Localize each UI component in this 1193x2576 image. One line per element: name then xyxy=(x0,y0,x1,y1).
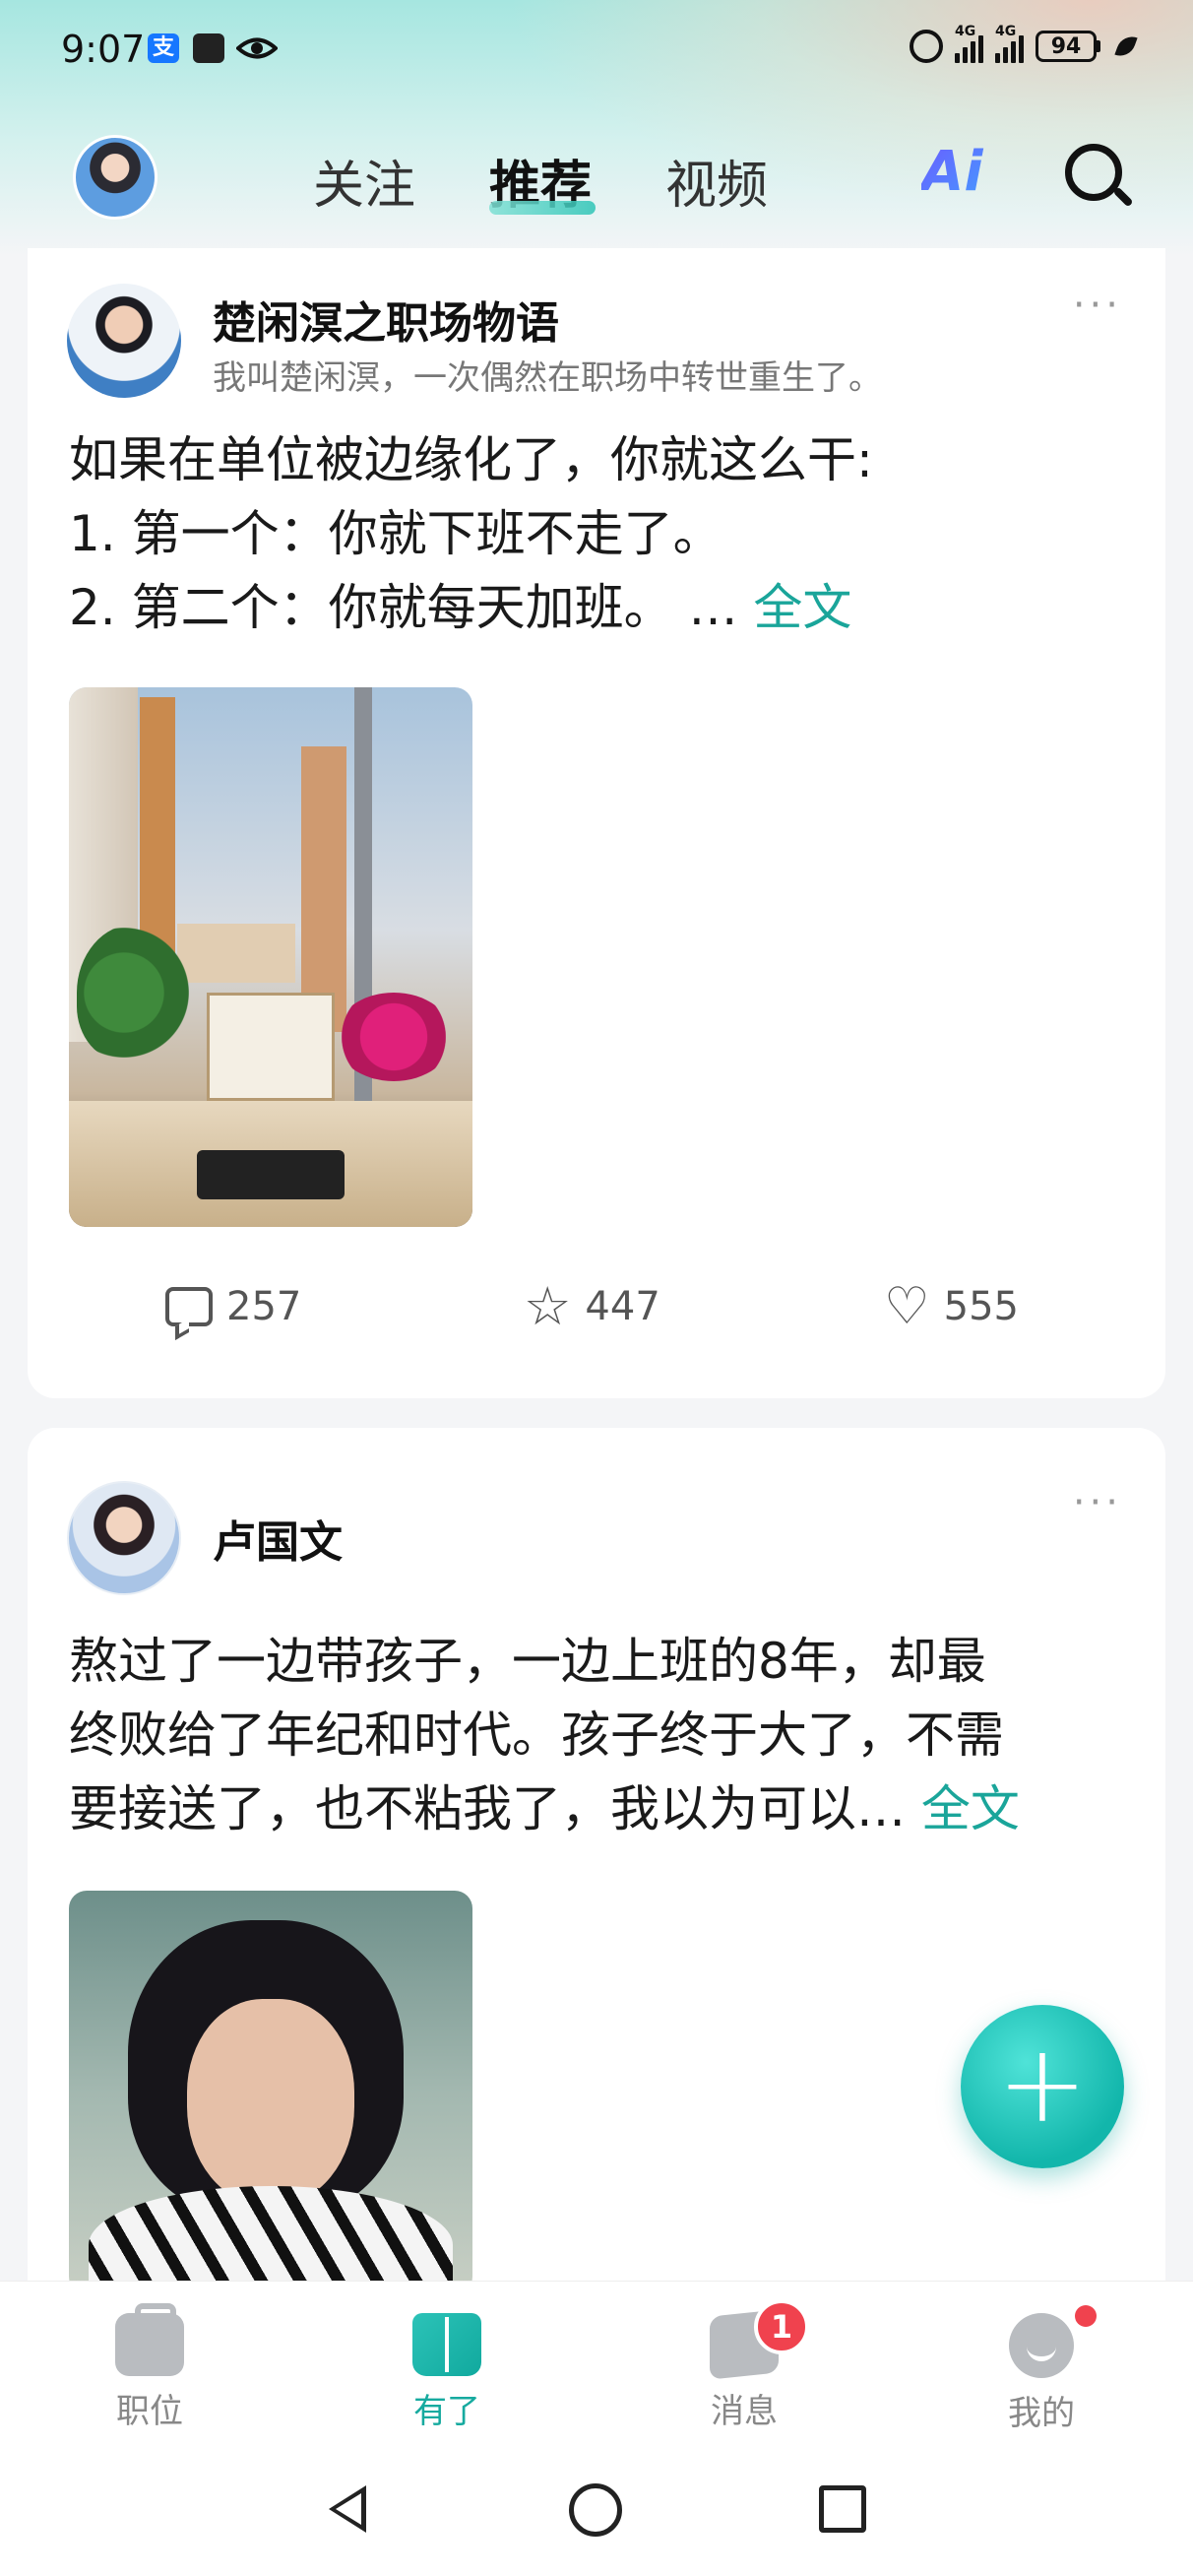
battery-level: 94 xyxy=(1036,31,1097,62)
post-text-line: 如果在单位被边缘化了，你就这么干: xyxy=(69,431,873,488)
post-image[interactable] xyxy=(69,1891,472,2294)
star-icon: ☆ xyxy=(524,1275,572,1337)
message-badge: 1 xyxy=(754,2299,809,2354)
signal-icon: 4G xyxy=(955,24,983,63)
notification-dot xyxy=(1075,2305,1097,2327)
app-notification-icon xyxy=(193,33,224,63)
status-right-group: 4G 4G 94 xyxy=(910,24,1138,63)
comment-icon xyxy=(165,1287,213,1326)
tab-label: 我的 xyxy=(1008,2394,1075,2433)
my-avatar[interactable] xyxy=(73,135,157,220)
more-options-icon[interactable]: ··· xyxy=(1073,286,1122,325)
active-tab-indicator xyxy=(489,201,596,215)
status-bar: 9:07 支 4G 4G 94 xyxy=(0,0,1193,98)
post-actions: 257 ☆ 447 ♡ 555 xyxy=(28,1275,1165,1363)
post-image[interactable] xyxy=(69,687,472,1227)
power-saving-leaf-icon xyxy=(1114,32,1138,61)
status-time: 9:07 xyxy=(61,28,146,71)
feed-post-card[interactable]: 楚闲溟之职场物语 我叫楚闲溟，一次偶然在职场中转世重生了。 ··· 如果在单位被… xyxy=(28,248,1165,1398)
comment-count: 257 xyxy=(226,1284,302,1329)
post-text-line: 熬过了一边带孩子，一边上班的8年，却最 xyxy=(69,1633,986,1690)
comment-button[interactable]: 257 xyxy=(165,1284,301,1329)
create-post-button[interactable]: + xyxy=(961,2005,1124,2168)
tab-follow[interactable]: 关注 xyxy=(313,144,415,218)
heart-icon: ♡ xyxy=(884,1277,930,1336)
favorite-button[interactable]: ☆ 447 xyxy=(524,1275,660,1337)
favorite-count: 447 xyxy=(585,1284,660,1329)
search-button[interactable] xyxy=(1061,142,1134,215)
signal-icon-2: 4G xyxy=(995,24,1024,63)
home-icon[interactable] xyxy=(569,2483,622,2537)
tab-video[interactable]: 视频 xyxy=(665,144,768,218)
more-options-icon[interactable]: ··· xyxy=(1073,1483,1122,1522)
tab-label: 消息 xyxy=(711,2392,778,2431)
tab-jobs[interactable]: 职位 xyxy=(81,2303,219,2432)
full-text-link[interactable]: 全文 xyxy=(753,579,851,636)
post-text-line: 2. 第二个：你就每天加班。 … 全文 xyxy=(69,579,852,636)
like-button[interactable]: ♡ 555 xyxy=(884,1277,1019,1336)
briefcase-icon xyxy=(115,2303,184,2376)
battery-icon: 94 xyxy=(1036,31,1100,62)
back-icon[interactable] xyxy=(329,2485,366,2533)
post-text[interactable]: 如果在单位被边缘化了，你就这么干: 1. 第一个：你就下班不走了。 2. 第二个… xyxy=(69,423,1132,645)
alarm-icon xyxy=(910,30,943,63)
tab-label: 职位 xyxy=(116,2392,183,2431)
tab-me[interactable]: 我的 xyxy=(973,2313,1110,2434)
author-avatar[interactable] xyxy=(67,1481,181,1595)
tab-youle[interactable]: 有了 xyxy=(378,2313,516,2432)
eye-icon xyxy=(236,37,278,59)
top-navigation: 关注 推荐 视频 Ai xyxy=(0,118,1193,236)
full-text-link[interactable]: 全文 xyxy=(921,1780,1020,1837)
alipay-icon: 支 xyxy=(148,33,179,63)
post-text[interactable]: 熬过了一边带孩子，一边上班的8年，却最 终败给了年纪和时代。孩子终于大了，不需 … xyxy=(69,1625,1132,1846)
feed-post-card[interactable]: 卢国文 ··· 熬过了一边带孩子，一边上班的8年，却最 终败给了年纪和时代。孩子… xyxy=(28,1428,1165,2413)
bottom-tab-bar: 职位 有了 消息 1 我的 xyxy=(0,2281,1193,2448)
system-navigation-bar xyxy=(0,2448,1193,2576)
book-icon xyxy=(412,2313,481,2376)
author-avatar[interactable] xyxy=(67,284,181,398)
like-count: 555 xyxy=(943,1284,1019,1329)
smile-icon xyxy=(1009,2313,1074,2378)
tab-label: 有了 xyxy=(413,2392,480,2431)
recent-apps-icon[interactable] xyxy=(819,2485,866,2533)
ai-assistant-button[interactable]: Ai xyxy=(921,140,1002,209)
post-text-line: 要接送了，也不粘我了，我以为可以… 全文 xyxy=(69,1780,1020,1837)
author-name[interactable]: 楚闲溟之职场物语 xyxy=(213,288,559,351)
post-text-line: 终败给了年纪和时代。孩子终于大了，不需 xyxy=(69,1707,1004,1764)
author-bio: 我叫楚闲溟，一次偶然在职场中转世重生了。 xyxy=(213,358,882,398)
author-name[interactable]: 卢国文 xyxy=(213,1507,343,1570)
post-text-line: 1. 第一个：你就下班不走了。 xyxy=(69,505,722,562)
